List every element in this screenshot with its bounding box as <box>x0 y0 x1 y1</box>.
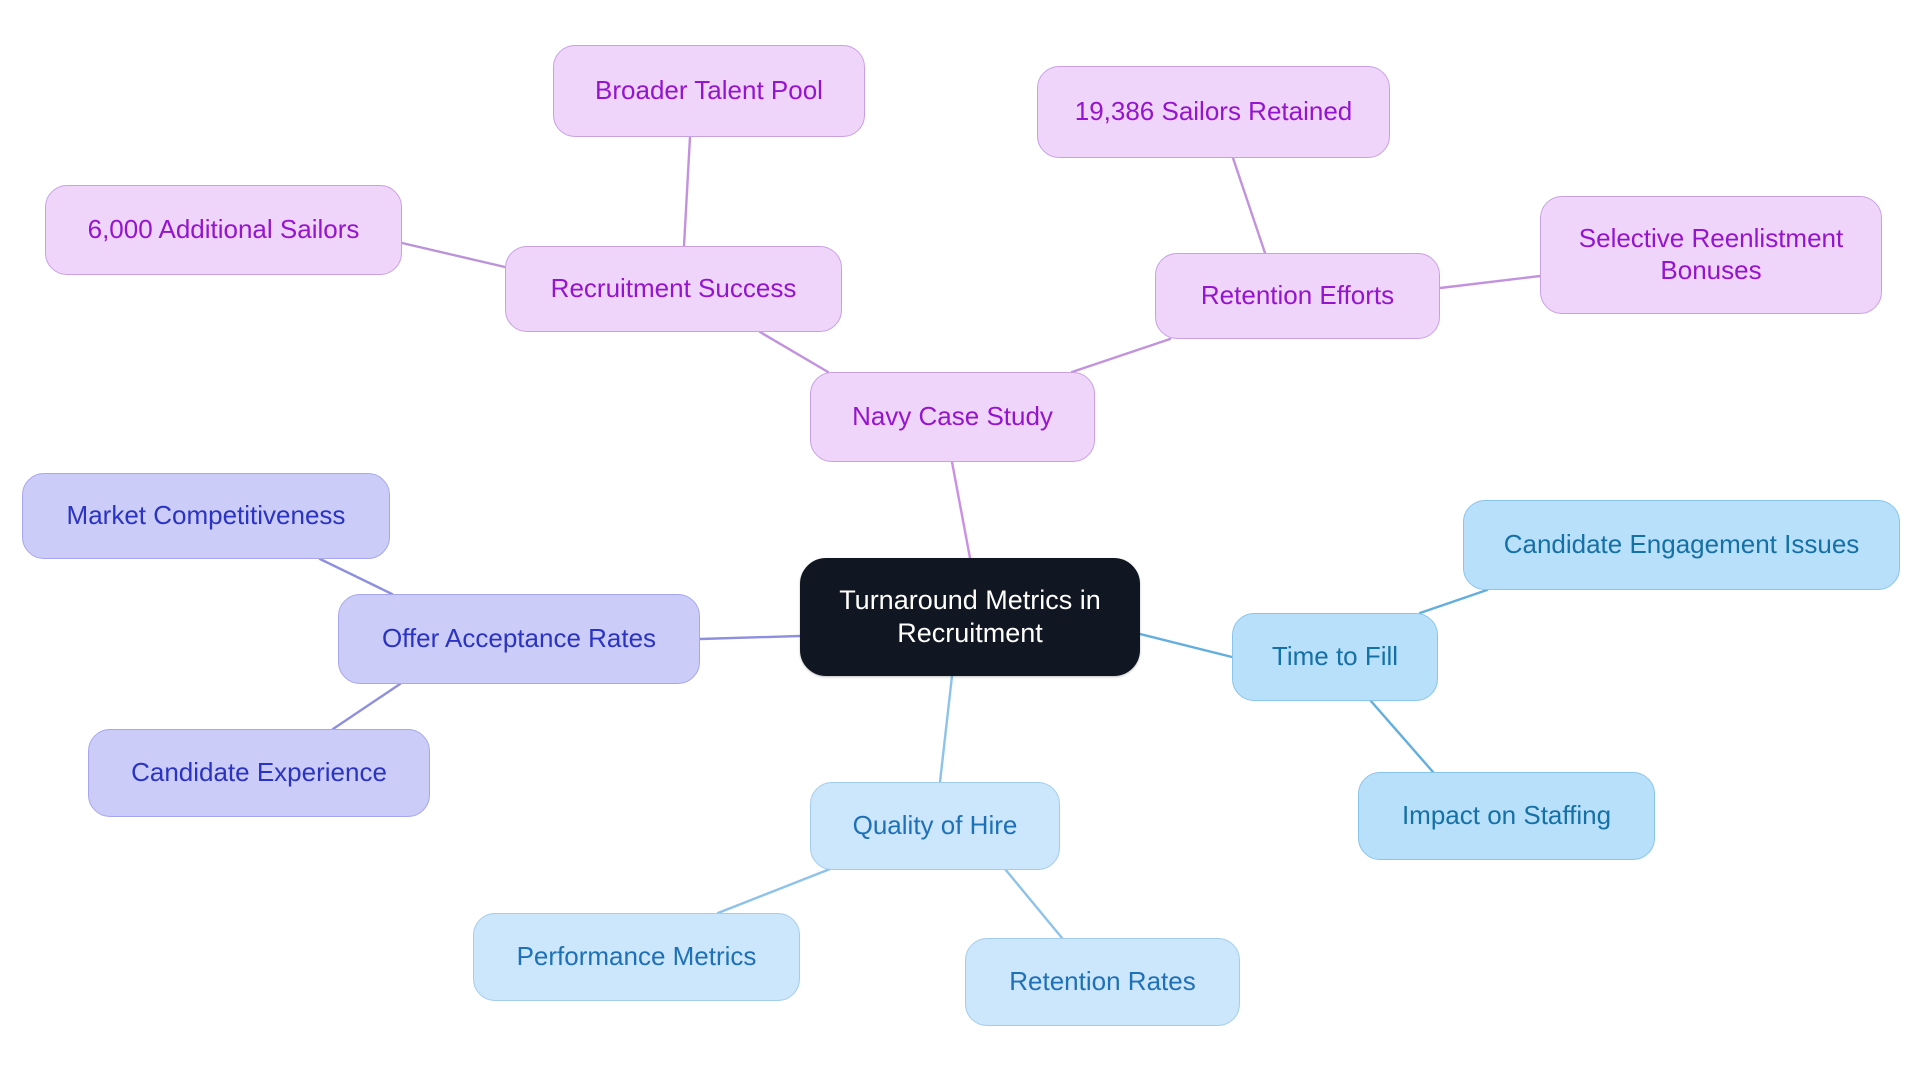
edge-offer-market <box>318 557 394 596</box>
edge-navy-retention <box>1070 337 1172 374</box>
mindmap-node-label: Offer Acceptance Rates <box>381 623 657 654</box>
edge-root-offer <box>698 634 802 641</box>
mindmap-node-six-thousand-additional-sailors[interactable]: 6,000 Additional Sailors <box>45 185 402 275</box>
mindmap-node-offer-acceptance-rates[interactable]: Offer Acceptance Rates <box>338 594 700 684</box>
edge-retention-bonuses <box>1438 274 1542 290</box>
mindmap-node-label: Time to Fill <box>1271 641 1399 672</box>
edge-time-engagement <box>1418 588 1489 615</box>
mindmap-node-label: Navy Case Study <box>852 401 1053 432</box>
mindmap-node-label: Quality of Hire <box>852 810 1018 841</box>
mindmap-node-recruitment-success[interactable]: Recruitment Success <box>505 246 842 332</box>
edge-navy-recruitment <box>758 330 830 374</box>
mindmap-node-label: Impact on Staffing <box>1401 800 1612 831</box>
mindmap-node-retention-efforts[interactable]: Retention Efforts <box>1155 253 1440 339</box>
mindmap-node-candidate-engagement-issues[interactable]: Candidate Engagement Issues <box>1463 500 1900 590</box>
edge-time-impact <box>1368 698 1435 774</box>
edge-offer-candidate <box>331 682 402 731</box>
edge-retention-retained <box>1231 156 1267 255</box>
edge-quality-performance <box>716 867 832 915</box>
edge-root-time <box>1138 632 1234 659</box>
mindmap-root-label: Turnaround Metrics in Recruitment <box>839 585 1101 648</box>
mindmap-node-navy-case-study[interactable]: Navy Case Study <box>810 372 1095 462</box>
mindmap-canvas: Turnaround Metrics in Recruitment Navy Ca… <box>0 0 1920 1083</box>
edge-recruitment-broader <box>682 135 692 248</box>
mindmap-node-label: Retention Rates <box>1009 966 1196 997</box>
mindmap-node-label: Retention Efforts <box>1200 280 1395 311</box>
mindmap-node-label: Recruitment Success <box>550 273 797 304</box>
mindmap-node-impact-on-staffing[interactable]: Impact on Staffing <box>1358 772 1655 860</box>
mindmap-node-label: Broader Talent Pool <box>595 75 823 106</box>
edge-recruitment-sailors <box>400 241 507 269</box>
mindmap-node-label: Candidate Experience <box>131 757 387 788</box>
mindmap-node-label: Performance Metrics <box>516 941 757 972</box>
mindmap-node-sailors-retained[interactable]: 19,386 Sailors Retained <box>1037 66 1390 158</box>
mindmap-node-label: Market Competitiveness <box>66 500 346 531</box>
mindmap-node-label: Candidate Engagement Issues <box>1503 529 1860 560</box>
mindmap-node-selective-reenlistment-bonuses[interactable]: Selective Reenlistment Bonuses <box>1540 196 1882 314</box>
mindmap-node-time-to-fill[interactable]: Time to Fill <box>1232 613 1438 701</box>
mindmap-node-quality-of-hire[interactable]: Quality of Hire <box>810 782 1060 870</box>
mindmap-node-candidate-experience[interactable]: Candidate Experience <box>88 729 430 817</box>
mindmap-node-retention-rates[interactable]: Retention Rates <box>965 938 1240 1026</box>
edge-root-navy <box>950 460 972 560</box>
mindmap-node-label: 6,000 Additional Sailors <box>87 214 360 245</box>
mindmap-node-label: 19,386 Sailors Retained <box>1074 96 1353 127</box>
mindmap-node-label: Selective Reenlistment Bonuses <box>1578 223 1844 285</box>
edge-root-quality <box>938 674 954 784</box>
mindmap-node-broader-talent-pool[interactable]: Broader Talent Pool <box>553 45 865 137</box>
mindmap-node-performance-metrics[interactable]: Performance Metrics <box>473 913 800 1001</box>
mindmap-node-market-competitiveness[interactable]: Market Competitiveness <box>22 473 390 559</box>
edge-quality-retention-rates <box>1003 867 1064 940</box>
mindmap-root-node[interactable]: Turnaround Metrics in Recruitment <box>800 558 1140 676</box>
